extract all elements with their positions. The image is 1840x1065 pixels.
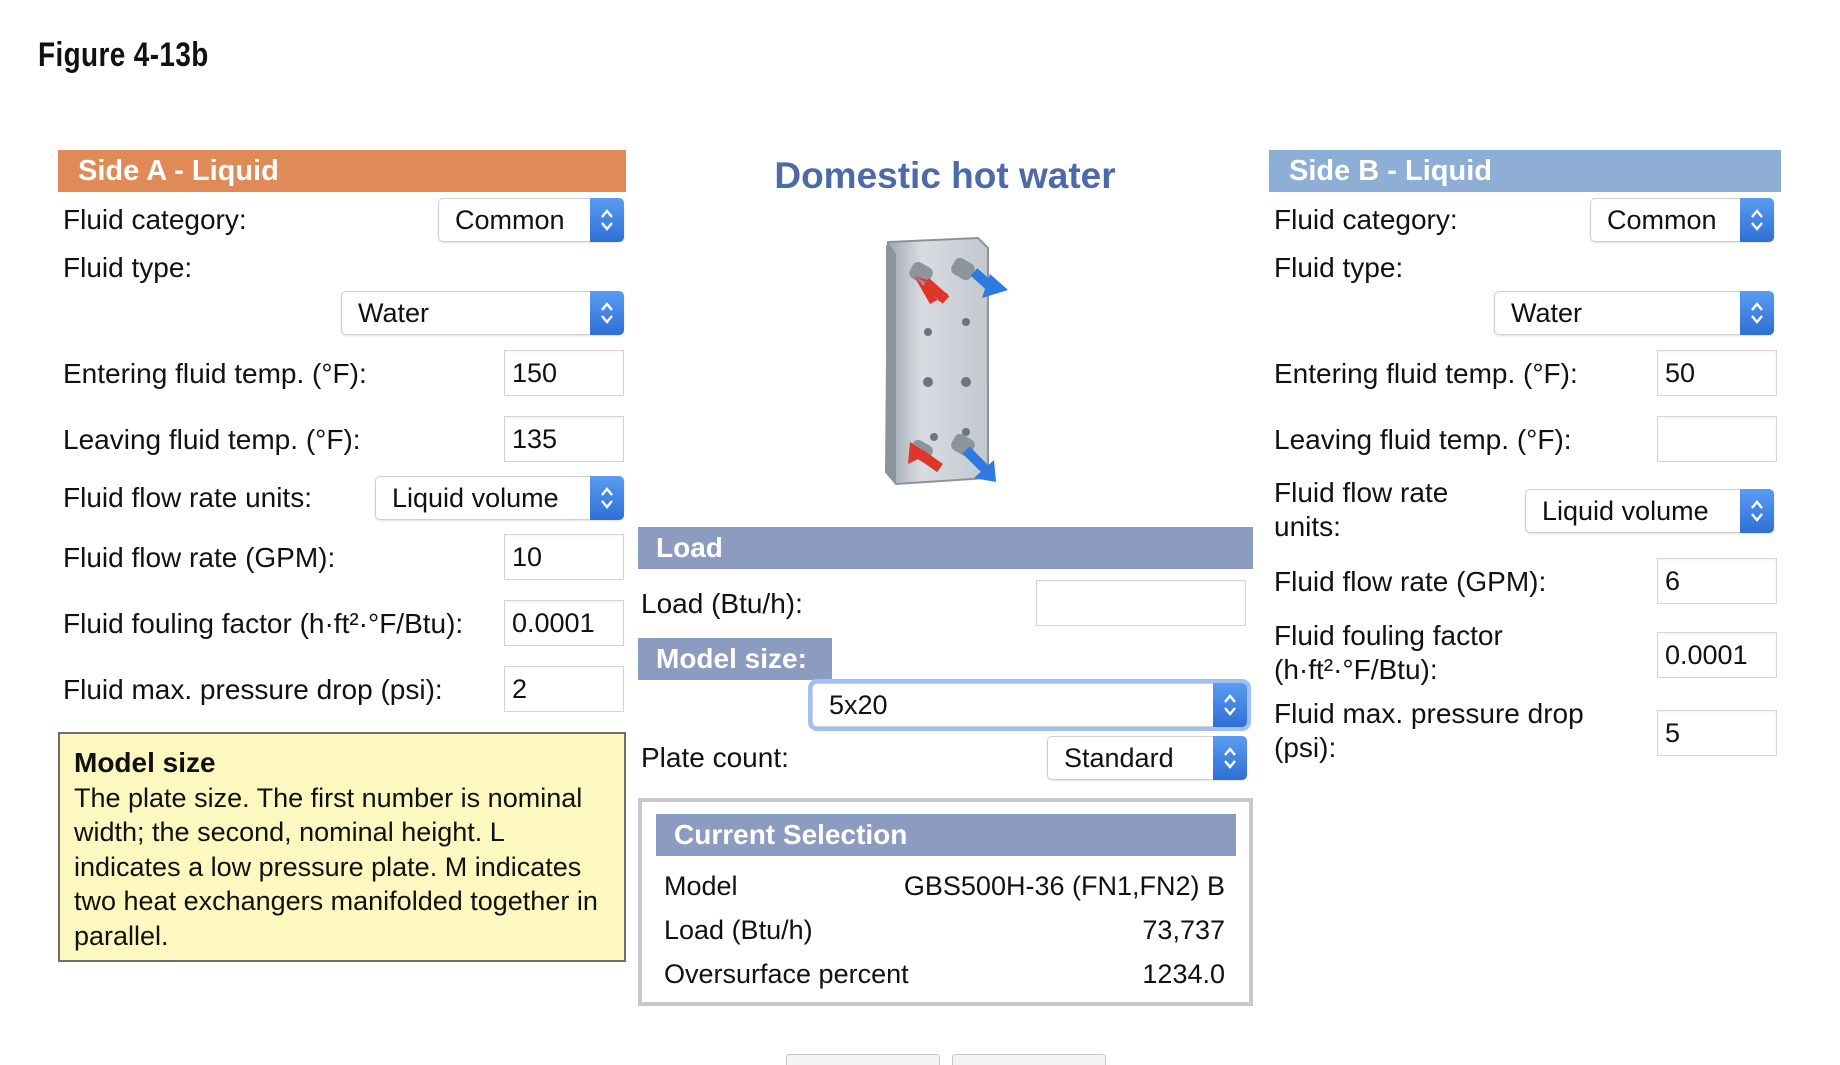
side-a-header: Side A - Liquid [58,150,626,192]
stepper-icon [590,291,624,335]
stepper-icon [1740,198,1774,242]
stepper-icon [1213,683,1247,727]
load-header: Load [638,527,1253,569]
selection-model-label: Model [664,871,738,901]
side-b-fluid-category-label: Fluid category: [1274,204,1458,235]
load-input[interactable] [1036,580,1246,626]
plate-count-value: Standard [1064,743,1174,773]
side-a-entering-temp-input[interactable]: 150 [504,350,624,396]
load-label: Load (Btu/h): [641,588,803,619]
side-b-flow-units-value: Liquid volume [1542,496,1709,526]
model-size-tooltip: Model size The plate size. The first num… [58,732,626,962]
side-b-pressure-drop-label: Fluid max. pressure drop (psi): [1274,697,1584,765]
side-a-flow-units-label: Fluid flow rate units: [63,482,312,513]
side-b-entering-temp-label: Entering fluid temp. (°F): [1274,358,1578,389]
plate-count-select[interactable]: Standard [1047,736,1247,780]
selection-oversurface-label: Oversurface percent [664,959,909,989]
side-a-fluid-category-label: Fluid category: [63,204,247,235]
stepper-icon [1740,489,1774,533]
side-a-fluid-type-select[interactable]: Water [341,291,624,335]
side-a-flow-rate-label: Fluid flow rate (GPM): [63,542,336,573]
side-b-flow-rate-label: Fluid flow rate (GPM): [1274,566,1547,597]
side-b-fluid-type-select[interactable]: Water [1494,291,1774,335]
selection-load-label: Load (Btu/h) [664,915,813,945]
side-b-fluid-type-value: Water [1511,298,1583,328]
side-b-flow-units-label: Fluid flow rate units: [1274,476,1448,544]
side-a-pressure-drop-input[interactable]: 2 [504,666,624,712]
stepper-icon [1213,736,1247,780]
stepper-icon [590,198,624,242]
side-b-flow-units-label-line2: units: [1274,511,1341,542]
selection-oversurface-value: 1234.0 [1142,959,1225,989]
side-a-fluid-type-label: Fluid type: [63,252,193,283]
side-b-pressure-drop-input[interactable]: 5 [1657,710,1777,756]
side-a-fluid-category-value: Common [455,205,565,235]
side-a-fouling-input[interactable]: 0.0001 [504,600,624,646]
bottom-button-left[interactable] [786,1054,940,1065]
side-a-flow-units-select[interactable]: Liquid volume [375,476,624,520]
side-b-flow-units-label-line1: Fluid flow rate [1274,477,1449,508]
side-b-pressure-drop-label-line1: Fluid max. pressure drop [1274,698,1584,729]
side-a-entering-temp-label: Entering fluid temp. (°F): [63,358,367,389]
plate-count-label: Plate count: [641,742,789,773]
tooltip-text: The plate size. The first number is nomi… [74,782,598,951]
side-a-flow-units-value: Liquid volume [392,483,559,513]
side-b-leaving-temp-label: Leaving fluid temp. (°F): [1274,424,1572,455]
model-size-value: 5x20 [829,690,888,720]
side-a-flow-rate-input[interactable]: 10 [504,534,624,580]
stepper-icon [590,476,624,520]
current-selection-panel: Current Selection Model GBS500H-36 (FN1,… [638,798,1253,1006]
side-b-flow-rate-input[interactable]: 6 [1657,558,1777,604]
side-b-fouling-label: Fluid fouling factor (h·ft²·°F/Btu): [1274,619,1503,687]
side-a-fouling-label: Fluid fouling factor (h·ft²·°F/Btu): [63,608,464,639]
selection-load-value: 73,737 [1142,915,1225,945]
bottom-button-right[interactable] [952,1054,1106,1065]
side-b-fouling-label-line1: Fluid fouling factor [1274,620,1503,651]
side-b-flow-units-select[interactable]: Liquid volume [1525,489,1774,533]
tooltip-title: Model size [74,747,216,778]
side-b-fluid-category-value: Common [1607,205,1717,235]
current-selection-header: Current Selection [656,814,1236,856]
model-size-header: Model size: [638,638,832,680]
side-a-fluid-type-value: Water [358,298,430,328]
side-a-leaving-temp-label: Leaving fluid temp. (°F): [63,424,361,455]
side-a-fluid-category-select[interactable]: Common [438,198,624,242]
side-b-header: Side B - Liquid [1269,150,1781,192]
stepper-icon [1740,291,1774,335]
side-a-leaving-temp-input[interactable]: 135 [504,416,624,462]
application-title: Domestic hot water [774,155,1116,196]
side-b-fouling-label-line2: (h·ft²·°F/Btu): [1274,654,1438,685]
side-a-pressure-drop-label: Fluid max. pressure drop (psi): [63,674,443,705]
plate-heat-exchanger-icon [870,232,1030,502]
figure-title: Figure 4-13b [38,36,209,74]
side-b-fouling-input[interactable]: 0.0001 [1657,632,1777,678]
selection-model-value: GBS500H-36 (FN1,FN2) B [903,871,1225,901]
side-b-fluid-category-select[interactable]: Common [1590,198,1774,242]
side-b-entering-temp-input[interactable]: 50 [1657,350,1777,396]
side-b-leaving-temp-input[interactable] [1657,416,1777,462]
side-b-fluid-type-label: Fluid type: [1274,252,1404,283]
side-b-pressure-drop-label-line2: (psi): [1274,732,1337,763]
model-size-select[interactable]: 5x20 [812,683,1247,727]
